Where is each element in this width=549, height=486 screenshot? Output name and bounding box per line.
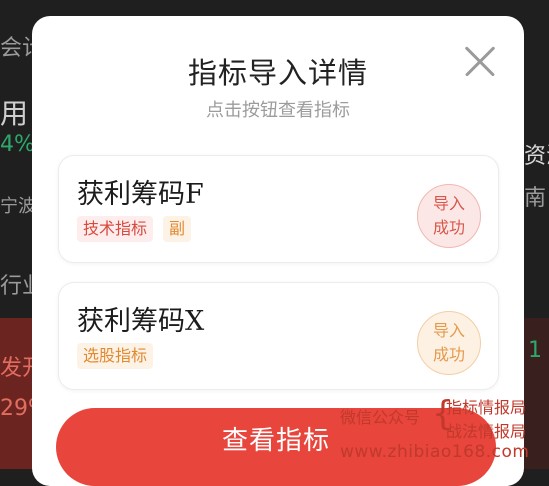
import-success-stamp: 导入 成功 — [417, 184, 481, 248]
watermark-text: 战法情报局 — [446, 422, 527, 441]
watermark-text: 指标情报局 — [446, 398, 527, 417]
indicator-tag: 技术指标 — [77, 216, 154, 242]
stamp-text: 成功 — [432, 345, 465, 364]
stamp-text: 导入 — [432, 194, 465, 213]
background-text: 南 — [524, 186, 547, 211]
close-icon[interactable] — [464, 45, 496, 77]
background-text: 宁波 — [0, 196, 36, 217]
indicator-name: 获利筹码X — [77, 306, 205, 337]
watermark-text: 微信公众号 — [340, 408, 421, 427]
dialog-title: 指标导入详情 — [187, 56, 368, 90]
indicator-name: 获利筹码F — [77, 179, 204, 210]
background-text: 4% — [0, 132, 35, 157]
stamp-text: 成功 — [432, 218, 465, 237]
watermark-url: www.zhibiao168.com — [340, 442, 530, 462]
dialog-subtitle: 点击按钮查看指标 — [206, 100, 350, 121]
stamp-text: 导入 — [432, 321, 465, 340]
background-text: 1 — [528, 338, 542, 363]
background-text: 资海 — [524, 144, 549, 169]
import-success-stamp: 导入 成功 — [417, 311, 481, 375]
indicator-card: 获利筹码X 选股指标 导入 成功 — [58, 282, 499, 390]
watermark: 微信公众号 { 指标情报局 战法情报局 www.zhibiao168.com — [336, 392, 546, 464]
indicator-tag: 选股指标 — [77, 343, 154, 369]
background-text: 用 — [0, 97, 29, 130]
indicator-tag: 副 — [163, 216, 192, 242]
background-red-block — [0, 318, 32, 469]
indicator-card: 获利筹码F 技术指标 副 导入 成功 — [58, 155, 499, 263]
